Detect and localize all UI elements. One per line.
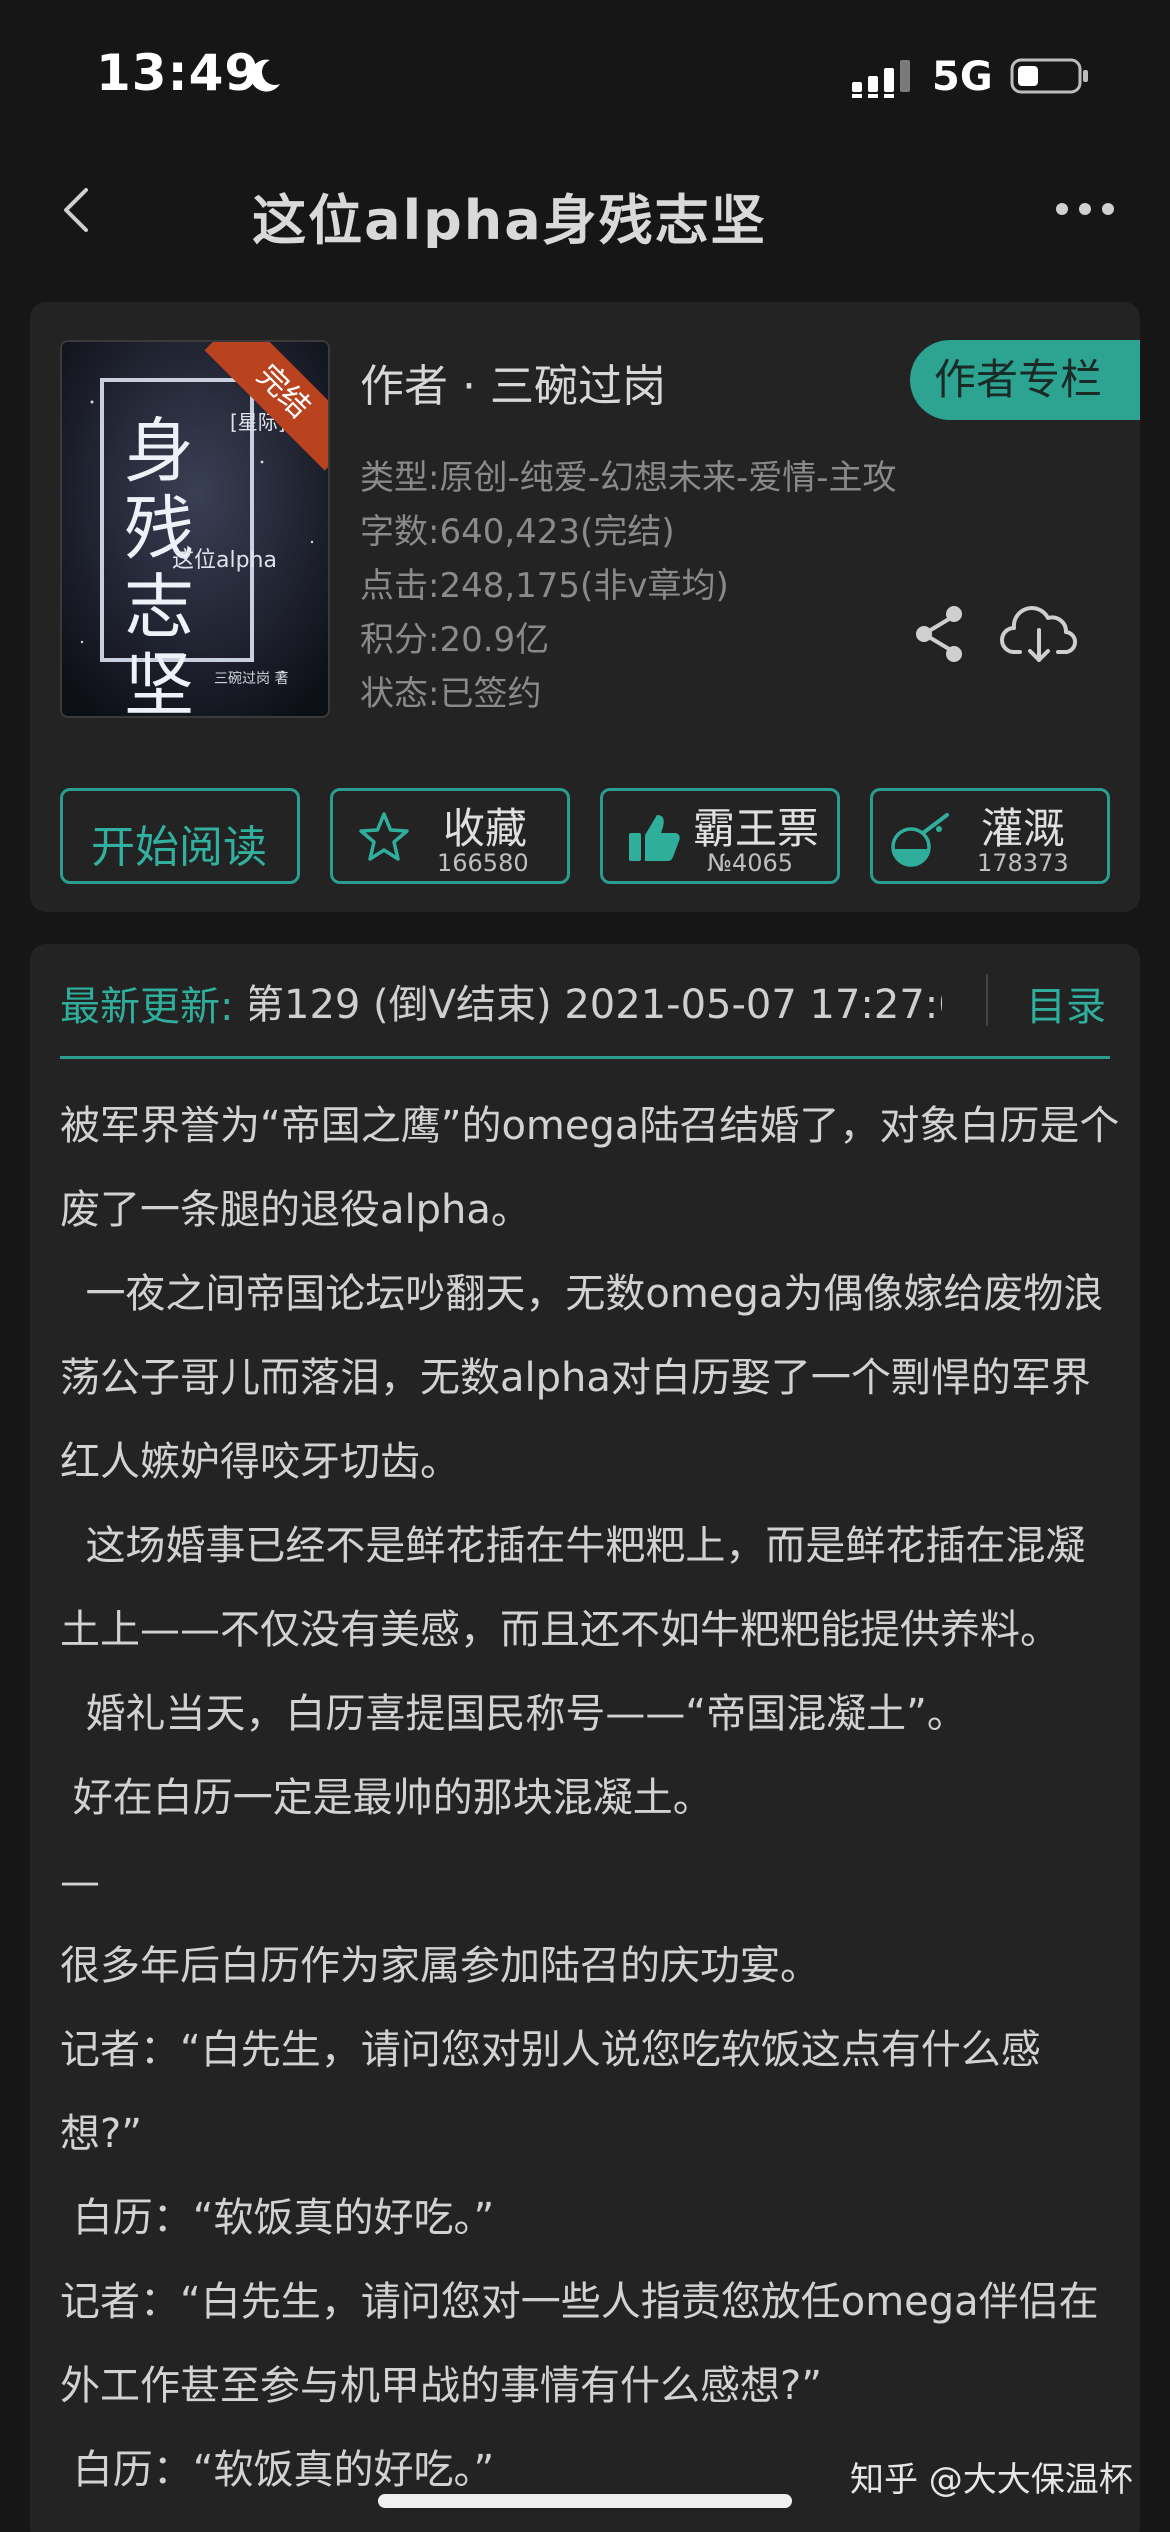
- nav-bar: [星际] 这位alpha身残志坚: [0, 150, 1170, 270]
- vote-button[interactable]: 霸王票 №4065: [600, 788, 840, 884]
- status-bar: 13:49 5G: [0, 0, 1170, 150]
- meta-word-count: 字数:640,423(完结): [360, 512, 675, 552]
- section-divider: [60, 1056, 1110, 1059]
- latest-update-label: 最新更新:: [60, 984, 234, 1030]
- author-name[interactable]: 作者 · 三碗过岗: [360, 350, 666, 414]
- moon-icon: [250, 59, 280, 92]
- water-count: 178373: [977, 849, 1069, 877]
- update-divider: [986, 974, 988, 1026]
- meta-score: 积分:20.9亿: [360, 620, 550, 660]
- book-synopsis: 被军界誉为“帝国之鹰”的omega陆召结婚了，对象白历是个废了一条腿的退役alp…: [60, 1084, 1120, 2512]
- page-title-container: [星际] 这位alpha身残志坚: [236, 172, 932, 248]
- cover-subtitle: 这位alpha: [172, 548, 277, 573]
- water-button[interactable]: 灌溉 178373: [870, 788, 1110, 884]
- screen: 13:49 5G [星际] 这位alpha身残志坚: [0, 0, 1170, 2532]
- favorite-label: 收藏: [443, 804, 528, 853]
- meta-clicks: 点击:248,175(非v章均): [360, 566, 729, 606]
- synopsis-paragraph: —: [60, 1859, 100, 1905]
- more-dots-icon[interactable]: [1050, 184, 1120, 234]
- back-chevron-icon[interactable]: [50, 180, 110, 240]
- zhihu-watermark: 知乎 @大大保温杯: [850, 2460, 1133, 2500]
- synopsis-paragraph: 一夜之间帝国论坛吵翻天，无数omega为偶像嫁给废物浪荡公子哥儿而落泪，无数al…: [60, 1271, 1104, 1485]
- synopsis-paragraph: 这场婚事已经不是鲜花插在牛粑粑上，而是鲜花插在混凝土上——不仅没有美感，而且还不…: [60, 1523, 1086, 1653]
- status-time: 13:49: [96, 44, 261, 102]
- star-icon: [359, 812, 409, 861]
- synopsis-paragraph: 很多年后白历作为家属参加陆召的庆功宴。: [60, 1943, 820, 1989]
- author-column-button[interactable]: 作者专栏: [910, 340, 1140, 420]
- synopsis-paragraph: 白历：“软饭真的好吃。”: [60, 2195, 495, 2241]
- home-indicator[interactable]: [378, 2494, 792, 2508]
- synopsis-paragraph: 婚礼当天，白历喜提国民称号——“帝国混凝土”。: [60, 1691, 967, 1737]
- vote-count: №4065: [707, 849, 794, 877]
- latest-update-row[interactable]: 最新更新: 第129 (倒V结束) 2021-05-07 17:27:06 目录: [30, 944, 1140, 1062]
- cover-author: 三碗过岗 著: [214, 671, 289, 687]
- synopsis-paragraph: 记者：“白先生，请问您对别人说您吃软饭这点有什么感想?”: [60, 2027, 1041, 2157]
- latest-update-text-container: 第129 (倒V结束) 2021-05-07 17:27:06: [250, 970, 942, 1030]
- start-reading-label: 开始阅读: [91, 822, 267, 873]
- table-of-contents-link[interactable]: 目录: [1026, 974, 1106, 1032]
- content-card: 最新更新: 第129 (倒V结束) 2021-05-07 17:27:06 目录…: [30, 944, 1140, 2532]
- book-info-card: 身残志坚 [星际] 这位alpha 三碗过岗 著 完结 作者 · 三碗过岗 作者…: [30, 302, 1140, 912]
- book-cover[interactable]: 身残志坚 [星际] 这位alpha 三碗过岗 著 完结: [60, 340, 330, 718]
- network-type: 5G: [932, 54, 993, 100]
- favorite-button[interactable]: 收藏 166580: [330, 788, 570, 884]
- favorite-count: 166580: [437, 849, 529, 877]
- signal-icon: [852, 60, 910, 98]
- meta-status: 状态:已签约: [360, 674, 542, 714]
- synopsis-paragraph: 记者：“白先生，请问您对一些人指责您放任omega伴侣在外工作甚至参与机甲战的事…: [60, 2279, 1099, 2409]
- watering-flask-icon: [891, 813, 949, 867]
- start-reading-button[interactable]: 开始阅读: [60, 788, 300, 884]
- page-title: [星际] 这位alpha身残志坚: [236, 189, 767, 248]
- latest-update-text: 第129 (倒V结束) 2021-05-07 17:27:06: [250, 982, 942, 1028]
- download-icon[interactable]: [1000, 602, 1080, 666]
- battery-icon: [1010, 58, 1088, 94]
- water-label: 灌溉: [981, 804, 1066, 853]
- share-icon[interactable]: [910, 602, 970, 666]
- thumbs-up-icon: [629, 815, 680, 861]
- vote-label: 霸王票: [693, 804, 820, 853]
- synopsis-paragraph: 好在白历一定是最帅的那块混凝土。: [60, 1775, 713, 1821]
- meta-genre: 类型:原创-纯爱-幻想未来-爱情-主攻: [360, 458, 897, 498]
- synopsis-paragraph: 被军界誉为“帝国之鹰”的omega陆召结婚了，对象白历是个废了一条腿的退役alp…: [60, 1103, 1120, 1233]
